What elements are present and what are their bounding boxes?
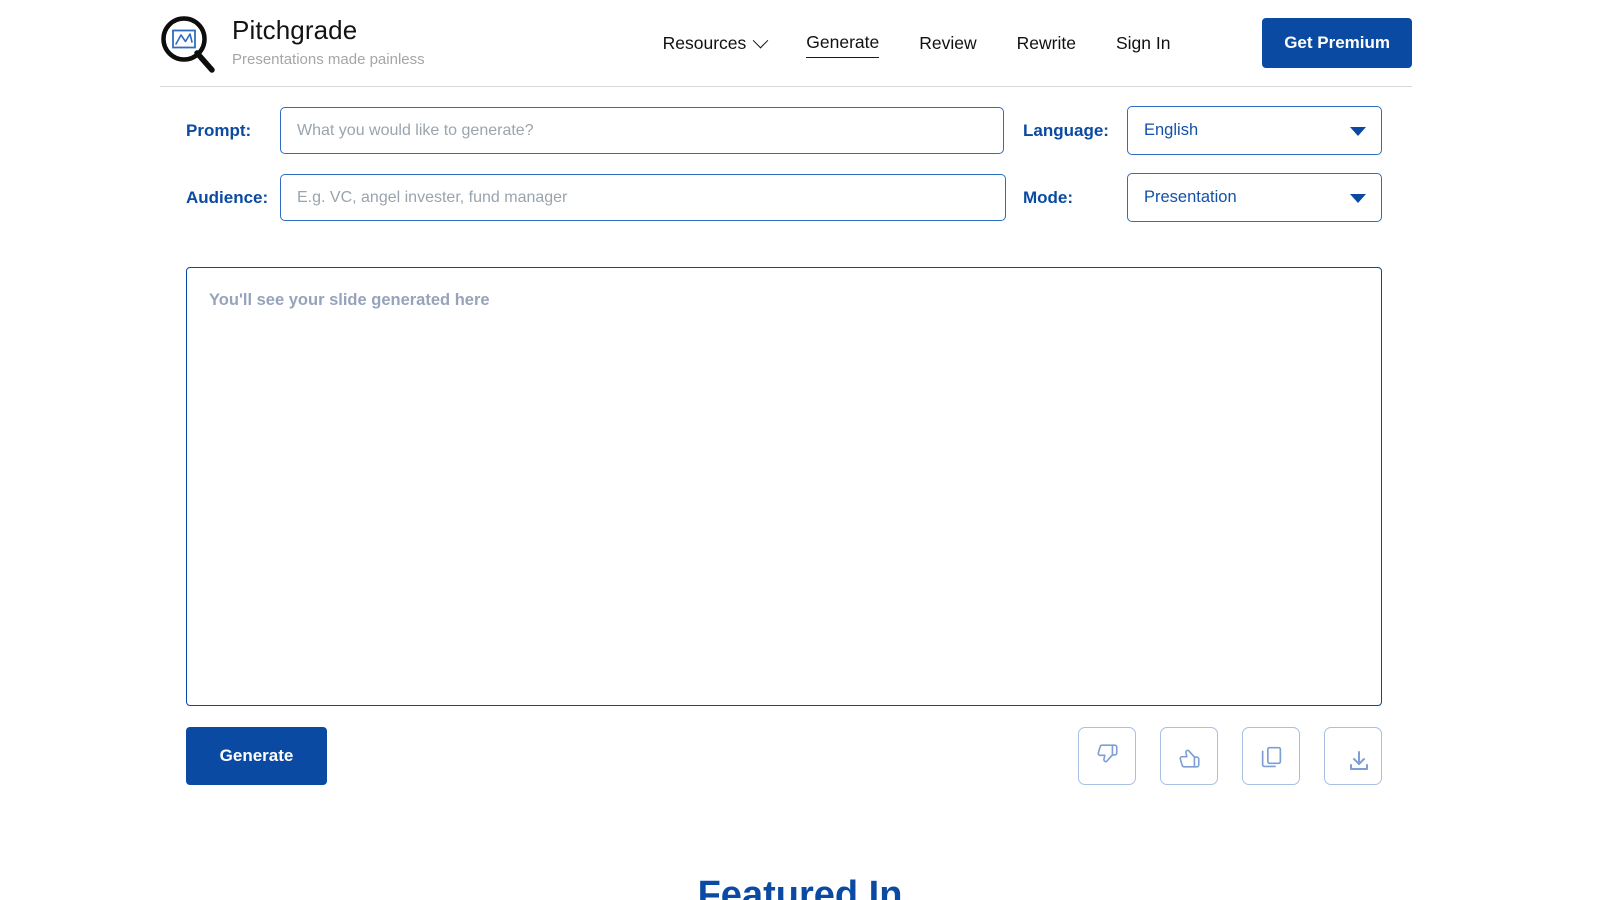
nav-item-sign-in[interactable]: Sign In xyxy=(1116,29,1170,58)
action-bar: Generate xyxy=(186,727,1382,785)
brand-logo[interactable]: Pitchgrade Presentations made painless xyxy=(160,13,425,73)
nav-item-label: Resources xyxy=(663,33,747,54)
nav-item-generate[interactable]: Generate xyxy=(806,28,879,58)
language-label: Language: xyxy=(1023,121,1127,141)
mode-select[interactable]: Presentation xyxy=(1127,173,1382,222)
thumbs-down-icon xyxy=(1094,743,1120,769)
nav-item-resources[interactable]: Resources xyxy=(663,29,767,58)
header-divider xyxy=(160,86,1412,87)
nav-item-rewrite[interactable]: Rewrite xyxy=(1017,29,1076,58)
brand-text: Pitchgrade Presentations made painless xyxy=(232,16,425,70)
chevron-down-icon xyxy=(753,32,769,48)
audience-label: Audience: xyxy=(186,188,280,208)
main-nav: Resources Generate Review Rewrite Sign I… xyxy=(663,18,1412,68)
download-icon xyxy=(1347,749,1371,773)
mode-selected-value: Presentation xyxy=(1144,188,1237,207)
prompt-input[interactable] xyxy=(280,107,1004,154)
mode-group: Mode: Presentation xyxy=(1023,173,1382,222)
site-header: Pitchgrade Presentations made painless R… xyxy=(160,0,1412,86)
featured-in-heading: Featured In xyxy=(0,872,1600,900)
audience-row: Audience: Mode: Presentation xyxy=(186,173,1382,222)
language-selected-value: English xyxy=(1144,121,1198,140)
pitchgrade-generate-page: Pitchgrade Presentations made painless R… xyxy=(0,0,1600,900)
prompt-label: Prompt: xyxy=(186,121,280,141)
get-premium-button[interactable]: Get Premium xyxy=(1262,18,1412,68)
brand-tagline: Presentations made painless xyxy=(232,49,425,70)
language-select[interactable]: English xyxy=(1127,106,1382,155)
output-placeholder-text: You'll see your slide generated here xyxy=(209,290,1359,311)
caret-down-icon xyxy=(1350,127,1366,136)
nav-item-label: Rewrite xyxy=(1017,33,1076,54)
nav-item-label: Generate xyxy=(806,32,879,53)
copy-icon xyxy=(1259,744,1284,769)
generate-button[interactable]: Generate xyxy=(186,727,327,785)
magnifier-chart-logo-icon xyxy=(160,15,216,73)
thumbs-up-icon xyxy=(1176,743,1202,769)
nav-item-label: Review xyxy=(919,33,976,54)
prompt-row: Prompt: Language: English xyxy=(186,106,1382,155)
copy-button[interactable] xyxy=(1242,727,1300,785)
nav-item-review[interactable]: Review xyxy=(919,29,976,58)
slide-output-area[interactable]: You'll see your slide generated here xyxy=(186,267,1382,706)
mode-label: Mode: xyxy=(1023,188,1127,208)
feedback-actions xyxy=(1078,727,1382,785)
caret-down-icon xyxy=(1350,194,1366,203)
download-button[interactable] xyxy=(1324,727,1382,785)
thumbs-down-button[interactable] xyxy=(1078,727,1136,785)
language-group: Language: English xyxy=(1023,106,1382,155)
generator-form: Prompt: Language: English Audience: Mode… xyxy=(186,106,1382,222)
page-title: Pitchgrade xyxy=(232,16,425,46)
audience-input[interactable] xyxy=(280,174,1006,221)
nav-item-label: Sign In xyxy=(1116,33,1170,54)
thumbs-up-button[interactable] xyxy=(1160,727,1218,785)
